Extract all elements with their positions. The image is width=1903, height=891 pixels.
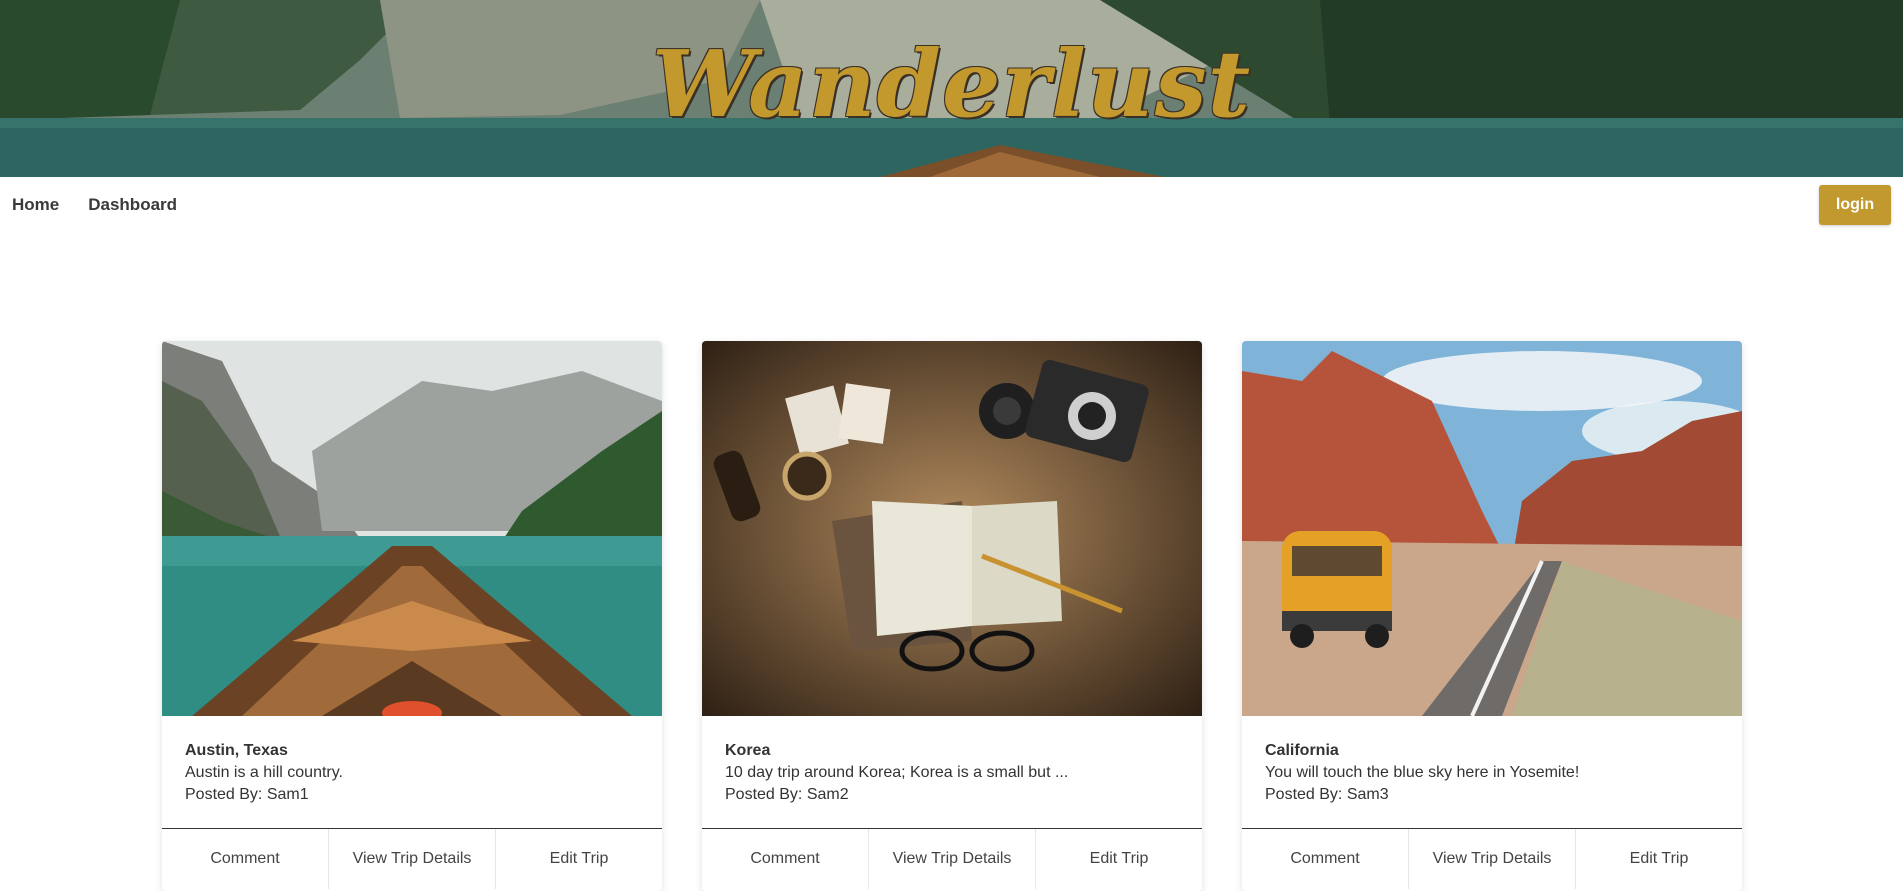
edit-trip-button[interactable]: Edit Trip <box>496 829 662 889</box>
nav-home-link[interactable]: Home <box>12 195 59 215</box>
trip-card-actions: Comment View Trip Details Edit Trip <box>1242 828 1742 889</box>
trip-description: Austin is a hill country. <box>185 764 343 781</box>
trip-card-body: Korea 10 day trip around Korea; Korea is… <box>702 716 1202 828</box>
comment-button[interactable]: Comment <box>162 829 329 889</box>
comment-button[interactable]: Comment <box>1242 829 1409 889</box>
trip-card-list: Austin, Texas Austin is a hill country. … <box>162 341 1742 891</box>
trip-card-body: Austin, Texas Austin is a hill country. … <box>162 716 662 828</box>
view-trip-details-button[interactable]: View Trip Details <box>1409 829 1576 889</box>
trip-image-boat-lake <box>162 341 662 716</box>
comment-button[interactable]: Comment <box>702 829 869 889</box>
trip-image-map-camera <box>702 341 1202 716</box>
trip-title: Austin, Texas <box>185 742 288 759</box>
trip-title: California <box>1265 742 1339 759</box>
brand-title: Wanderlust <box>651 30 1252 138</box>
trip-description: You will touch the blue sky here in Yose… <box>1265 764 1580 781</box>
trip-card-actions: Comment View Trip Details Edit Trip <box>162 828 662 889</box>
trip-author: Posted By: Sam3 <box>1265 786 1389 803</box>
trip-card: Austin, Texas Austin is a hill country. … <box>162 341 662 891</box>
trip-description: 10 day trip around Korea; Korea is a sma… <box>725 764 1069 781</box>
trip-image-desert-van <box>1242 341 1742 716</box>
login-button[interactable]: login <box>1819 185 1891 225</box>
nav-dashboard-link[interactable]: Dashboard <box>88 195 177 215</box>
trip-card: California You will touch the blue sky h… <box>1242 341 1742 891</box>
trip-card-body: California You will touch the blue sky h… <box>1242 716 1742 828</box>
trip-title: Korea <box>725 742 771 759</box>
header-banner: Wanderlust <box>0 0 1903 177</box>
trip-author: Posted By: Sam2 <box>725 786 849 803</box>
view-trip-details-button[interactable]: View Trip Details <box>329 829 496 889</box>
trip-card-actions: Comment View Trip Details Edit Trip <box>702 828 1202 889</box>
top-navigation: Home Dashboard login <box>0 177 1903 233</box>
view-trip-details-button[interactable]: View Trip Details <box>869 829 1036 889</box>
trip-author: Posted By: Sam1 <box>185 786 309 803</box>
trip-card: Korea 10 day trip around Korea; Korea is… <box>702 341 1202 891</box>
edit-trip-button[interactable]: Edit Trip <box>1036 829 1202 889</box>
edit-trip-button[interactable]: Edit Trip <box>1576 829 1742 889</box>
